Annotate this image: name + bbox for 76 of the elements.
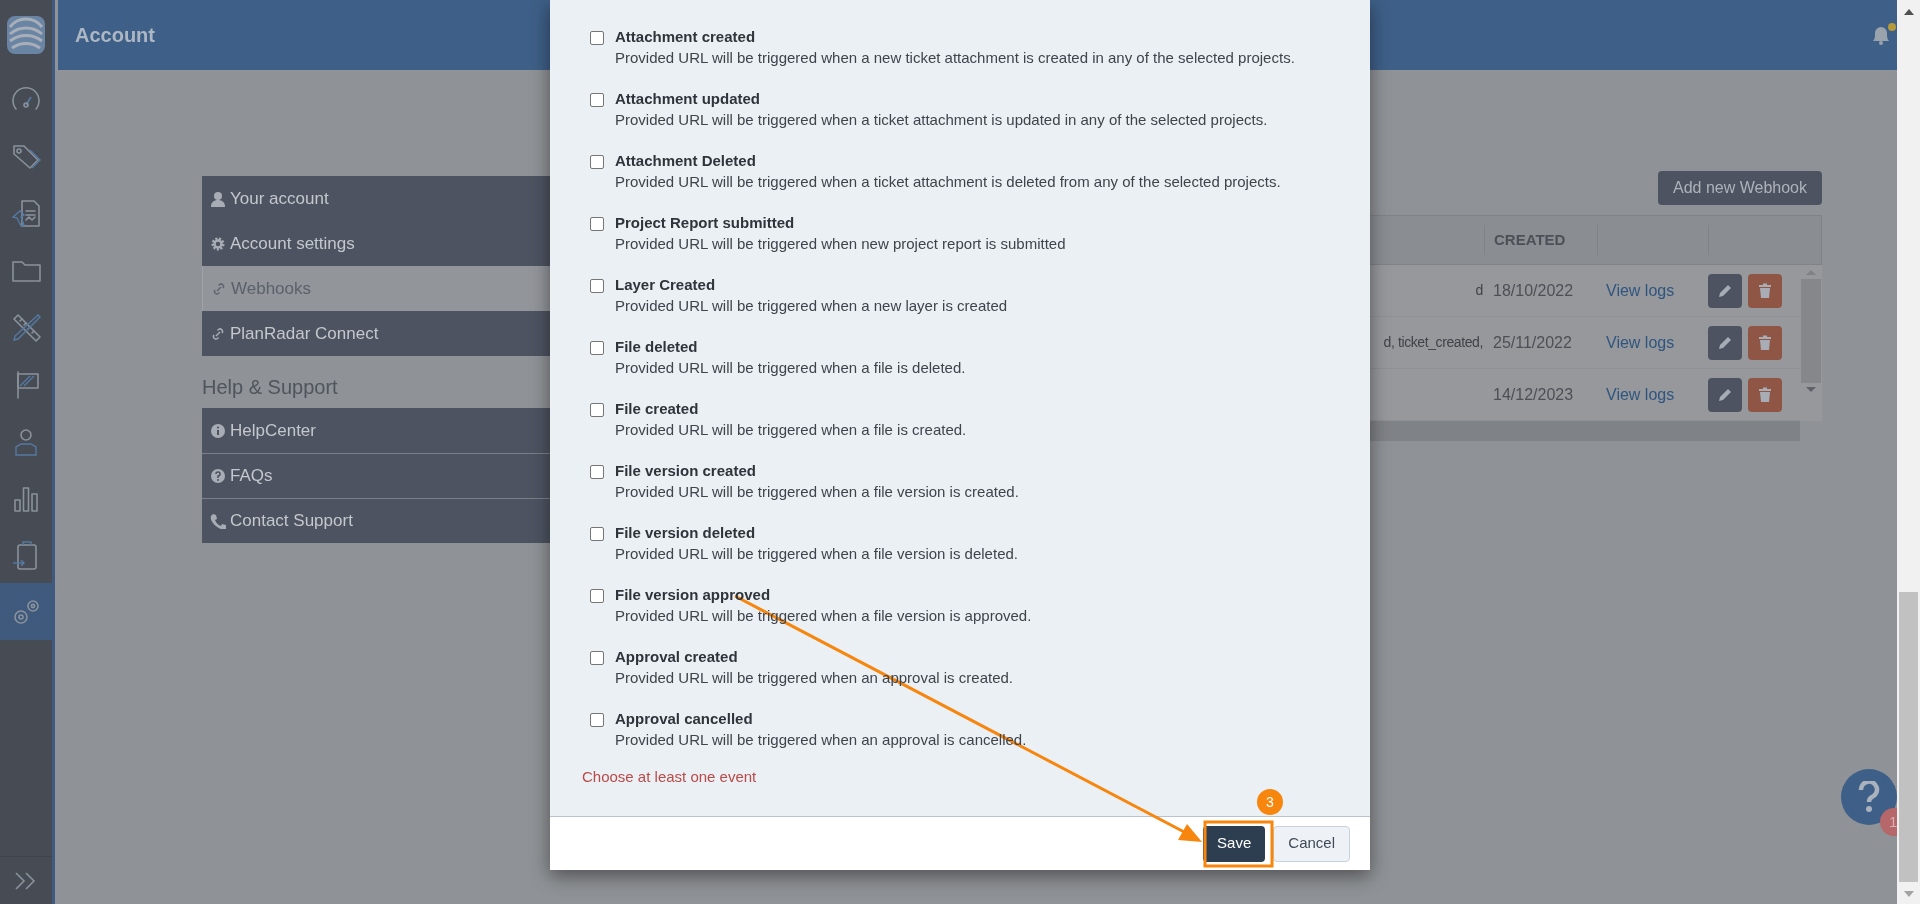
bell-icon[interactable] — [1870, 23, 1896, 47]
trash-icon — [1757, 334, 1773, 351]
add-webhook-button[interactable]: Add new Webhook — [1658, 171, 1822, 205]
event-title: File created — [615, 399, 700, 419]
event-description: Provided URL will be triggered when a ticket attachment is deleted from any of the selected projects. — [615, 172, 1281, 192]
event-title: Project Report submitted — [615, 213, 796, 233]
question-icon — [210, 468, 226, 484]
save-button[interactable]: Save — [1203, 825, 1266, 862]
link-icon — [210, 325, 226, 342]
cancel-button[interactable]: Cancel — [1273, 825, 1350, 862]
double-chevron-icon[interactable] — [14, 870, 38, 891]
event-title: Attachment Deleted — [615, 151, 757, 171]
checkbox[interactable] — [590, 589, 604, 603]
event-title: Approval cancelled — [615, 709, 754, 729]
event-title: Attachment created — [615, 27, 757, 47]
event-title: Attachment updated — [615, 89, 761, 109]
question-icon — [1858, 781, 1880, 813]
edit-button[interactable] — [1708, 377, 1742, 412]
edit-button[interactable] — [1708, 325, 1742, 360]
table-cell-text: d — [1475, 281, 1483, 300]
event-title: Layer Created — [615, 275, 717, 295]
pencil-icon — [1717, 386, 1733, 403]
section-heading: Help & Support — [202, 375, 339, 400]
event-description: Provided URL will be triggered when a file version is created. — [615, 482, 1019, 502]
view-logs-link[interactable]: View logs — [1606, 333, 1675, 351]
phone-icon — [210, 513, 226, 529]
event-description: Provided URL will be triggered when a file is created. — [615, 420, 967, 440]
event-title: File version created — [615, 461, 757, 481]
page-title: Account — [75, 23, 155, 48]
checkbox[interactable] — [590, 217, 604, 231]
checkbox[interactable] — [590, 713, 604, 727]
table-cell-text: 14/12/2023 — [1492, 384, 1575, 405]
view-logs-link[interactable]: View logs — [1606, 281, 1675, 299]
trash-icon — [1757, 386, 1773, 403]
event-title: Approval created — [615, 647, 739, 667]
logo-icon[interactable] — [6, 15, 46, 55]
delete-button[interactable] — [1748, 273, 1782, 308]
pencil-icon — [1717, 334, 1733, 351]
table-cell-text: 25/11/2022 — [1492, 332, 1573, 353]
checkbox[interactable] — [590, 155, 604, 169]
event-title: File deleted — [615, 337, 699, 357]
checkbox[interactable] — [590, 279, 604, 293]
event-description: Provided URL will be triggered when a file version is deleted. — [615, 544, 1018, 564]
user-icon — [210, 190, 226, 207]
checkbox[interactable] — [590, 527, 604, 541]
event-description: Provided URL will be triggered when new project report is submitted — [615, 234, 1066, 254]
event-description: Provided URL will be triggered when a ticket attachment is updated in any of the selected projects. — [615, 110, 1268, 130]
column-header: CREATED — [1485, 225, 1598, 255]
info-icon — [210, 422, 226, 439]
trash-icon — [1757, 282, 1773, 299]
delete-button[interactable] — [1748, 325, 1782, 360]
table-scrollbar[interactable] — [1800, 265, 1822, 421]
error-message: Choose at least one event — [582, 767, 758, 787]
checkbox[interactable] — [590, 31, 604, 45]
highlight-frame — [1203, 820, 1274, 868]
checkbox[interactable] — [590, 651, 604, 665]
table-cell-text: d, ticket_created, — [1383, 333, 1483, 352]
help-button[interactable] — [1841, 769, 1897, 825]
view-logs-link[interactable]: View logs — [1606, 385, 1675, 403]
event-description: Provided URL will be triggered when a new layer is created — [615, 296, 1008, 316]
table-cell-text: 18/10/2022 — [1492, 280, 1575, 301]
edit-button[interactable] — [1708, 273, 1742, 308]
link-icon — [211, 280, 227, 297]
checkbox[interactable] — [590, 465, 604, 479]
nav-item[interactable] — [0, 583, 52, 640]
checkbox[interactable] — [590, 341, 604, 355]
pencil-icon — [1717, 282, 1733, 299]
event-description: Provided URL will be triggered when a file is deleted. — [615, 358, 966, 378]
event-title: File version approved — [615, 585, 772, 605]
delete-button[interactable] — [1748, 377, 1782, 412]
gear-icon — [210, 235, 226, 252]
checkbox[interactable] — [590, 93, 604, 107]
event-description: Provided URL will be triggered when a new ticket attachment is created in any of the selected projects. — [615, 48, 1295, 68]
event-title: File version deleted — [615, 523, 757, 543]
checkbox[interactable] — [590, 403, 604, 417]
page-scrollbar[interactable] — [1897, 0, 1920, 904]
